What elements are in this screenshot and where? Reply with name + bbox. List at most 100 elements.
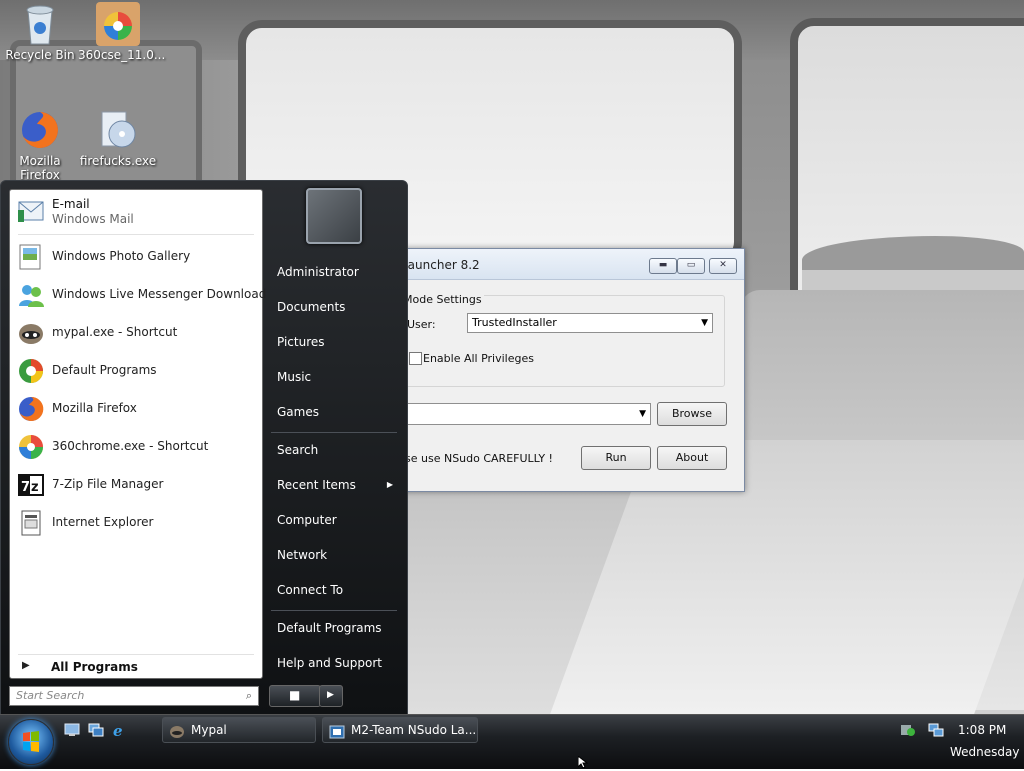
- nsudo-launcher-window[interactable]: Launcher 8.2 ▬ ▭ ✕ Mode Settings User: T…: [380, 248, 745, 492]
- 360-installer-icon: [96, 2, 140, 46]
- desktop-icon-mozilla-firefox[interactable]: Mozilla Firefox: [0, 108, 80, 182]
- menu-item-help-and-support[interactable]: Help and Support: [269, 648, 397, 678]
- start-menu-places-pane: Administrator Documents Pictures Music G…: [267, 181, 407, 715]
- desktop-icon-firefucks[interactable]: firefucks.exe: [78, 108, 158, 168]
- pinned-item-mypal[interactable]: mypal.exe - Shortcut: [14, 316, 258, 350]
- menu-item-music[interactable]: Music: [269, 362, 397, 392]
- desktop-icon-recycle-bin[interactable]: Recycle Bin: [0, 2, 80, 62]
- taskbar-button-mypal[interactable]: Mypal: [162, 717, 316, 743]
- menu-item-search[interactable]: Search: [269, 435, 397, 465]
- close-button[interactable]: ✕: [709, 258, 737, 274]
- svg-text:e: e: [113, 723, 123, 737]
- start-menu-programs-pane: E-mail Windows Mail Windows Photo Galler…: [9, 189, 266, 679]
- pinned-item-label: 7-Zip File Manager: [52, 477, 164, 491]
- internet-explorer-icon[interactable]: e: [112, 722, 128, 740]
- maximize-button[interactable]: ▭: [677, 258, 705, 274]
- disc-installer-icon: [96, 108, 140, 152]
- nsudo-icon: [329, 723, 345, 739]
- default-programs-icon: [16, 356, 46, 386]
- pinned-item-mozilla-firefox[interactable]: Mozilla Firefox: [14, 392, 258, 426]
- desktop-icon-360cse[interactable]: 360cse_11.0...: [78, 2, 166, 62]
- chevron-right-icon: ▶: [22, 660, 30, 671]
- user-picture[interactable]: [306, 188, 362, 244]
- enable-privileges-checkbox[interactable]: [409, 352, 422, 365]
- taskbar-button-label: M2-Team NSudo La...: [351, 723, 477, 737]
- pinned-item-default-programs[interactable]: Default Programs: [14, 354, 258, 388]
- pinned-item-label: Mozilla Firefox: [52, 401, 137, 415]
- search-placeholder: Start Search: [16, 689, 85, 702]
- menu-item-games[interactable]: Games: [269, 397, 397, 427]
- menu-item-computer[interactable]: Computer: [269, 505, 397, 535]
- window-title: Launcher 8.2: [401, 258, 480, 272]
- pinned-item-label: E-mail: [52, 197, 90, 211]
- command-combobox[interactable]: ▼: [401, 403, 651, 425]
- separator: [18, 654, 254, 655]
- taskbar-button-nsudo[interactable]: M2-Team NSudo La...: [322, 717, 478, 743]
- internet-explorer-icon: [16, 508, 46, 538]
- menu-item-documents[interactable]: Documents: [269, 292, 397, 322]
- start-button[interactable]: [8, 719, 54, 765]
- taskbar-button-label: Mypal: [191, 723, 227, 737]
- security-shield-icon[interactable]: [900, 723, 916, 737]
- pinned-item-label: Internet Explorer: [52, 515, 154, 529]
- pinned-item-sublabel: Windows Mail: [52, 212, 134, 226]
- menu-item-default-programs[interactable]: Default Programs: [269, 613, 397, 643]
- pinned-item-live-messenger[interactable]: Windows Live Messenger Download: [14, 278, 266, 312]
- clock-time[interactable]: 1:08 PM: [958, 723, 1006, 737]
- menu-item-pictures[interactable]: Pictures: [269, 327, 397, 357]
- messenger-icon: [16, 280, 46, 310]
- pinned-item-label: 360chrome.exe - Shortcut: [52, 439, 209, 453]
- photo-gallery-icon: [16, 242, 46, 272]
- desktop-icon-label: 360cse_11.0...: [78, 48, 166, 62]
- pinned-item-label: Windows Photo Gallery: [52, 249, 191, 263]
- firefox-icon: [16, 394, 46, 424]
- user-select[interactable]: TrustedInstaller ▼: [467, 313, 713, 333]
- start-search-input[interactable]: Start Search ⌕: [9, 686, 259, 706]
- separator: [18, 234, 254, 235]
- pinned-item-photo-gallery[interactable]: Windows Photo Gallery: [14, 240, 258, 274]
- minimize-button[interactable]: ▬: [649, 258, 677, 274]
- firefox-icon: [18, 108, 62, 152]
- taskbar: e Mypal M2-Team NSudo La... 1:08 PM Wedn…: [0, 714, 1024, 769]
- pinned-item-360chrome[interactable]: 360chrome.exe - Shortcut: [14, 430, 258, 464]
- recycle-bin-icon: [18, 2, 62, 46]
- browse-button[interactable]: Browse: [657, 402, 727, 426]
- chevron-right-icon: ▶: [386, 480, 393, 489]
- menu-item-network[interactable]: Network: [269, 540, 397, 570]
- run-button[interactable]: Run: [581, 446, 651, 470]
- menu-item-label: Recent Items: [277, 478, 356, 492]
- clock-day: Wednesday: [950, 745, 1020, 759]
- show-desktop-icon[interactable]: [64, 723, 80, 737]
- warning-text: se use NSudo CAREFULLY !: [405, 452, 553, 465]
- mail-icon: [16, 196, 46, 226]
- pinned-item-internet-explorer[interactable]: Internet Explorer: [14, 506, 258, 540]
- menu-item-connect-to[interactable]: Connect To: [269, 575, 397, 605]
- about-button[interactable]: About: [657, 446, 727, 470]
- lock-button[interactable]: ■: [269, 685, 321, 707]
- 7zip-icon: 7z: [16, 470, 46, 500]
- lock-icon: ■: [289, 688, 301, 702]
- desktop-icon-label: Recycle Bin: [5, 48, 75, 62]
- chevron-right-icon: ▶: [327, 690, 334, 700]
- all-programs-label: All Programs: [51, 660, 138, 674]
- raccoon-icon: [169, 723, 185, 738]
- user-select-value: TrustedInstaller: [472, 316, 557, 329]
- separator: [271, 432, 397, 433]
- shutdown-options-button[interactable]: ▶: [319, 685, 343, 707]
- window-titlebar[interactable]: Launcher 8.2 ▬ ▭ ✕: [381, 249, 744, 280]
- enable-privileges-label: Enable All Privileges: [423, 352, 534, 365]
- svg-text:z: z: [31, 480, 39, 495]
- menu-item-recent-items[interactable]: Recent Items ▶: [269, 470, 397, 500]
- desktop-icon-label: firefucks.exe: [79, 154, 157, 168]
- pinned-item-label: Default Programs: [52, 363, 157, 377]
- all-programs-button[interactable]: ▶ All Programs: [14, 658, 258, 676]
- mode-settings-group: [393, 295, 725, 387]
- pinned-item-label: Windows Live Messenger Download: [52, 287, 267, 301]
- switch-windows-icon[interactable]: [88, 723, 104, 737]
- pinned-item-7zip[interactable]: 7z 7-Zip File Manager: [14, 468, 258, 502]
- pinned-item-email[interactable]: E-mail Windows Mail: [14, 194, 258, 232]
- network-icon[interactable]: [928, 723, 944, 737]
- menu-item-administrator[interactable]: Administrator: [269, 257, 397, 287]
- start-menu[interactable]: E-mail Windows Mail Windows Photo Galler…: [0, 180, 408, 716]
- windows-logo-icon: [23, 731, 39, 752]
